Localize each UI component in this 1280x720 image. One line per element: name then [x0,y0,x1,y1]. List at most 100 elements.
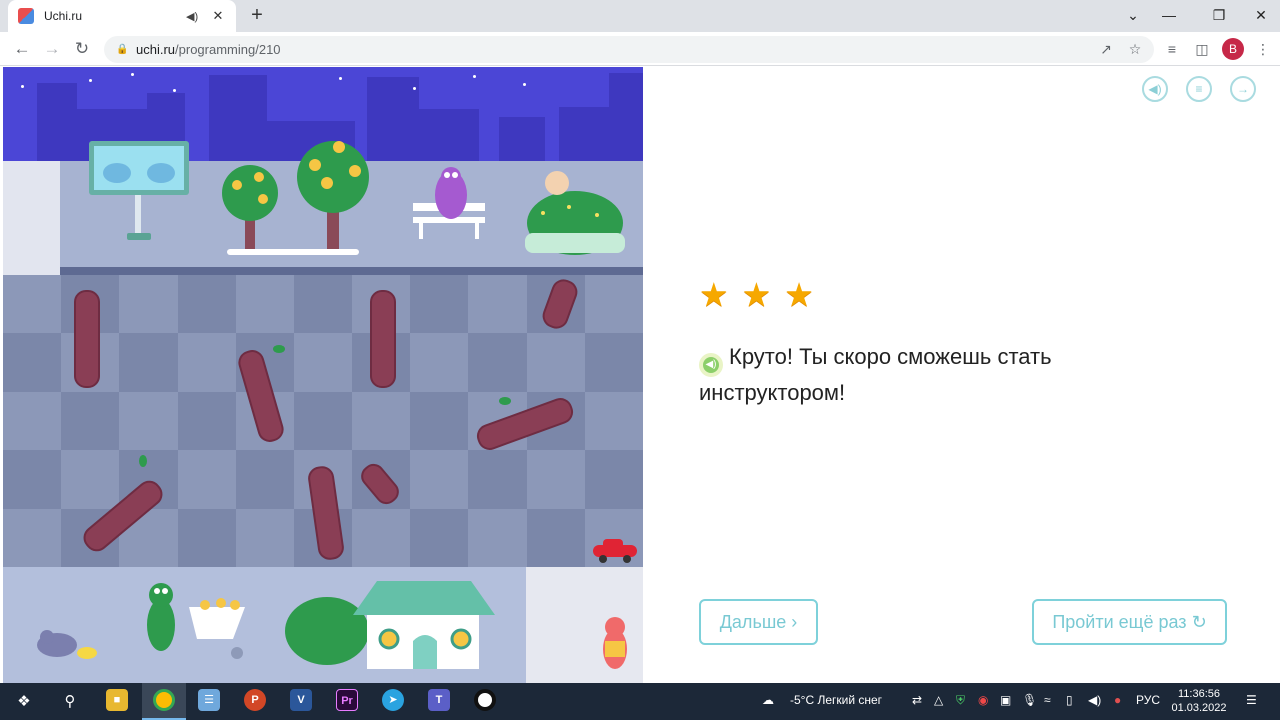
telegram-icon[interactable]: ➤ [382,689,404,711]
sky-star [413,87,416,90]
building [609,73,643,161]
log-obstacle [476,398,574,450]
pigeon-icon [37,630,97,659]
notepad-icon[interactable]: ☰ [198,689,220,711]
purple-dinosaur-on-bench-icon [413,167,485,239]
log-obstacle [308,466,344,560]
reload-icon[interactable]: ↻ [70,37,94,61]
tray-volume-icon[interactable]: ◀) [1088,693,1101,707]
billboard-icon [89,141,189,240]
bookmark-star-icon[interactable]: ☆ [1126,40,1144,58]
task-list-icon[interactable]: ≡ [1186,76,1212,102]
building [499,117,545,161]
record-icon[interactable] [474,689,496,711]
weather-text[interactable]: -5°C Легкий снег [790,693,882,707]
green-dinosaur-wheelbarrow-icon [147,583,245,659]
restore-button[interactable]: ❐ [1196,0,1242,30]
result-panel: ◀) ≡ → ★ ★ ★ ◀) Круто! Ты скоро сможешь ста… [643,67,1280,683]
house-icon [353,581,495,669]
menu-kebab-icon[interactable]: ⋮ [1254,40,1272,58]
teams-icon[interactable]: T [428,689,450,711]
profile-avatar[interactable]: B [1222,38,1244,60]
log-obstacle [83,480,163,552]
premiere-icon[interactable]: Pr [336,689,358,711]
rating-star-icon: ★ [741,276,772,313]
rating-star-icon: ★ [699,276,729,313]
sky-star [523,83,526,86]
result-message: ◀) Круто! Ты скоро сможешь стать инструкт… [699,341,1139,408]
clock-time: 11:36:56 [1177,688,1220,700]
park-bench-base [227,249,359,255]
powerpoint-icon[interactable]: P [244,689,266,711]
building [419,109,479,161]
search-icon[interactable]: ⚲ [58,690,82,714]
chrome-icon[interactable] [153,689,175,711]
tray-app-icon[interactable]: ● [1114,693,1121,707]
log-obstacle [74,290,100,388]
log-obstacle [238,350,284,442]
next-button[interactable]: Дальше › [699,599,818,645]
keyboard-language[interactable]: РУС [1136,693,1160,707]
rating-star-icon: ★ [784,276,814,313]
windows-start-icon[interactable]: ❖ [12,690,36,714]
browser-tab[interactable]: Uchi.ru ◀) ✕ [8,0,236,32]
share-icon[interactable]: ↗ [1097,40,1115,58]
red-dinosaur-icon [603,617,627,669]
tab-close-icon[interactable]: ✕ [210,8,226,24]
address-bar[interactable]: 🔒 uchi.ru/programming/210 [104,36,1154,63]
result-message-text: Круто! Ты скоро сможешь стать инструктор… [699,344,1052,405]
visio-icon[interactable]: V [290,689,312,711]
tray-battery-icon[interactable]: ▯ [1066,693,1073,707]
new-tab-button[interactable]: + [246,5,268,27]
tray-network-share-icon[interactable]: ⇄ [912,693,922,707]
pear-tree-icon [222,165,278,249]
tray-usb-icon[interactable]: △ [934,693,943,707]
park-curb [60,267,643,275]
url-text: uchi.ru/programming/210 [136,42,281,57]
bush-with-child-icon [525,171,625,255]
file-explorer-icon[interactable]: ■ [106,689,128,711]
close-window-button[interactable]: ✕ [1238,0,1280,30]
tab-title: Uchi.ru [44,9,83,23]
tray-wifi-icon[interactable]: ≈ [1044,693,1051,707]
sky-star [131,73,134,76]
windows-taskbar: ❖ ⚲ ■ ☰ P V Pr ➤ T ☁ -5°C Легкий снег ⇄ … [0,683,1280,720]
logs-layer [74,279,578,560]
lock-icon: 🔒 [116,44,129,55]
notifications-icon[interactable]: ☰ [1246,693,1257,707]
tray-camera-icon[interactable]: ▣ [1000,693,1011,707]
browser-tab-strip: Uchi.ru ◀) ✕ + ⌄ — ❐ ✕ [0,0,1280,32]
clock-date: 01.03.2022 [1171,702,1227,714]
weather-cloud-icon: ☁ [762,693,774,707]
retry-button[interactable]: Пройти ещё раз ↻ [1032,599,1227,645]
sidewalk-left [3,161,60,275]
sky-star [173,89,176,92]
speaker-icon[interactable]: ◀) [186,10,202,23]
sky-star [339,77,342,80]
tray-microphone-icon[interactable]: 🎙 [1022,693,1037,707]
back-arrow-icon[interactable]: ← [10,37,34,61]
sky-star [89,79,92,82]
log-obstacle [361,463,399,505]
log-obstacle [370,290,396,388]
log-obstacle [542,279,578,329]
pear-tree-icon [297,141,369,249]
media-controls-icon[interactable]: ≡ [1163,40,1181,58]
sound-toggle-icon[interactable]: ◀) [1142,76,1168,102]
building [37,83,77,161]
sky-star [473,75,476,78]
sky-star [21,85,24,88]
browser-toolbar: ← → ↻ 🔒 uchi.ru/programming/210 ↗ ☆ ≡ ◫ … [0,32,1280,66]
tray-record-icon[interactable]: ◉ [978,693,988,707]
building [559,107,609,161]
side-panel-icon[interactable]: ◫ [1193,40,1211,58]
building [209,75,267,161]
forward-arrow-icon[interactable]: → [40,37,64,61]
clock[interactable]: 11:36:56 01.03.2022 [1166,687,1232,715]
game-scene[interactable] [3,67,643,683]
exit-icon[interactable]: → [1230,76,1256,102]
tray-shield-icon[interactable]: ⛨ [956,693,965,708]
rating-stars: ★ ★ ★ [699,276,814,313]
minimize-button[interactable]: — [1146,0,1192,30]
message-sound-icon[interactable]: ◀) [699,353,723,377]
